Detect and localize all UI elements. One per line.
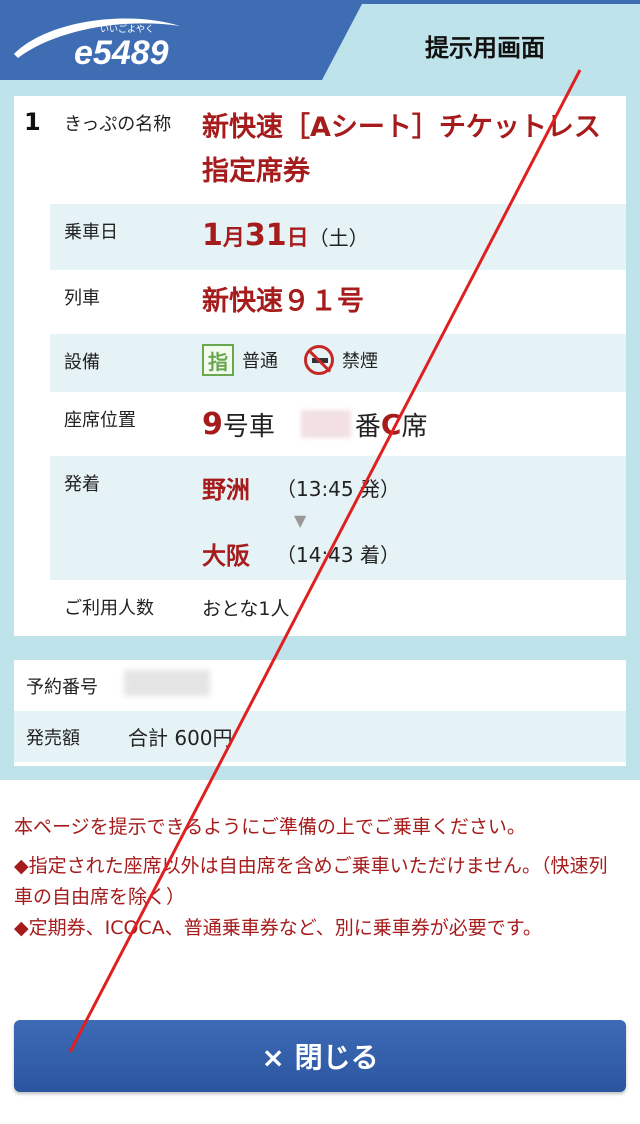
passengers-value: おとな1人 xyxy=(202,598,290,620)
arrival-time: （14:43 着） xyxy=(276,543,400,567)
svg-text:いいごよやく: いいごよやく xyxy=(100,23,154,35)
notice-ticket-required: ◆定期券、ICOCA、普通乗車券など、別に乗車券が必要です。 xyxy=(14,917,542,939)
departure-station: 野洲 xyxy=(202,476,250,504)
row-seat: 座席位置 9 号車 番 C 席 xyxy=(50,392,626,456)
row-passengers: ご利用人数 おとな1人 xyxy=(50,580,626,636)
seat-number-redacted xyxy=(300,410,351,438)
no-smoking-icon xyxy=(304,345,334,375)
date-weekday: （土） xyxy=(308,226,369,250)
reserved-seat-icon: 指 xyxy=(202,344,234,376)
ticket-table: きっぷの名称 新快速［Aシート］チケットレス指定席券 乗車日 1月31日（土） … xyxy=(50,96,626,636)
date-day: 31 xyxy=(244,218,287,253)
passengers-label: ご利用人数 xyxy=(64,598,154,619)
e5489-logo: e5489 いいごよやく xyxy=(14,18,180,72)
row-ride-date: 乗車日 1月31日（土） xyxy=(50,204,626,270)
route-label: 発着 xyxy=(64,474,100,495)
car-class: 普通 xyxy=(242,351,278,372)
equipment-label: 設備 xyxy=(64,352,100,373)
reservation-number-label: 予約番号 xyxy=(26,676,98,698)
row-equipment: 設備 指 普通 禁煙 xyxy=(50,334,626,392)
amount-value: 合計 600円 xyxy=(128,726,233,750)
notices: 本ページを提示できるようにご準備の上でご乗車ください。 ◆指定された座席以外は自… xyxy=(14,812,614,952)
reservation-card: 予約番号 発売額 合計 600円 xyxy=(14,660,626,766)
ride-date-label: 乗車日 xyxy=(64,222,118,243)
svg-text:e5489: e5489 xyxy=(74,34,169,72)
close-button[interactable]: × 閉じる xyxy=(14,1020,626,1092)
arrow-down-icon: ▼ xyxy=(294,511,307,530)
smoking-status: 禁煙 xyxy=(342,351,378,372)
notice-designated-seat: ◆指定された座席以外は自由席を含めご乗車いただけません。（快速列車の自由席を除く… xyxy=(14,855,608,908)
tab-title: 提示用画面 xyxy=(425,34,545,62)
seat-letter: C xyxy=(380,407,402,441)
notice-present-page: 本ページを提示できるようにご準備の上でご乗車ください。 xyxy=(14,816,526,838)
row-train: 列車 新快速９１号 xyxy=(50,270,626,334)
date-month: 1 xyxy=(202,218,223,253)
ticket-area: 1 きっぷの名称 新快速［Aシート］チケットレス指定席券 乗車日 1月31日（土… xyxy=(0,80,640,780)
ticket-name-label: きっぷの名称 xyxy=(64,114,172,135)
row-reservation-number: 予約番号 xyxy=(14,660,626,711)
ticket-card: 1 きっぷの名称 新快速［Aシート］チケットレス指定席券 乗車日 1月31日（土… xyxy=(14,96,626,636)
row-amount: 発売額 合計 600円 xyxy=(14,711,626,762)
seat-label: 座席位置 xyxy=(64,410,136,431)
reservation-number-redacted xyxy=(124,670,210,696)
row-ticket-name: きっぷの名称 新快速［Aシート］チケットレス指定席券 xyxy=(50,96,626,204)
car-number: 9 xyxy=(202,406,223,442)
header: e5489 いいごよやく 提示用画面 xyxy=(0,0,640,80)
arrival-station: 大阪 xyxy=(202,542,250,570)
train-label: 列車 xyxy=(64,288,100,309)
row-route: 発着 野洲 （13:45 発） ▼ 大阪 （14:43 着） xyxy=(50,456,626,580)
departure-time: （13:45 発） xyxy=(276,477,400,501)
amount-label: 発売額 xyxy=(26,727,80,749)
ticket-index: 1 xyxy=(24,108,41,136)
ticket-name-value: 新快速［Aシート］チケットレス指定席券 xyxy=(202,112,601,187)
train-value: 新快速９１号 xyxy=(202,286,364,317)
